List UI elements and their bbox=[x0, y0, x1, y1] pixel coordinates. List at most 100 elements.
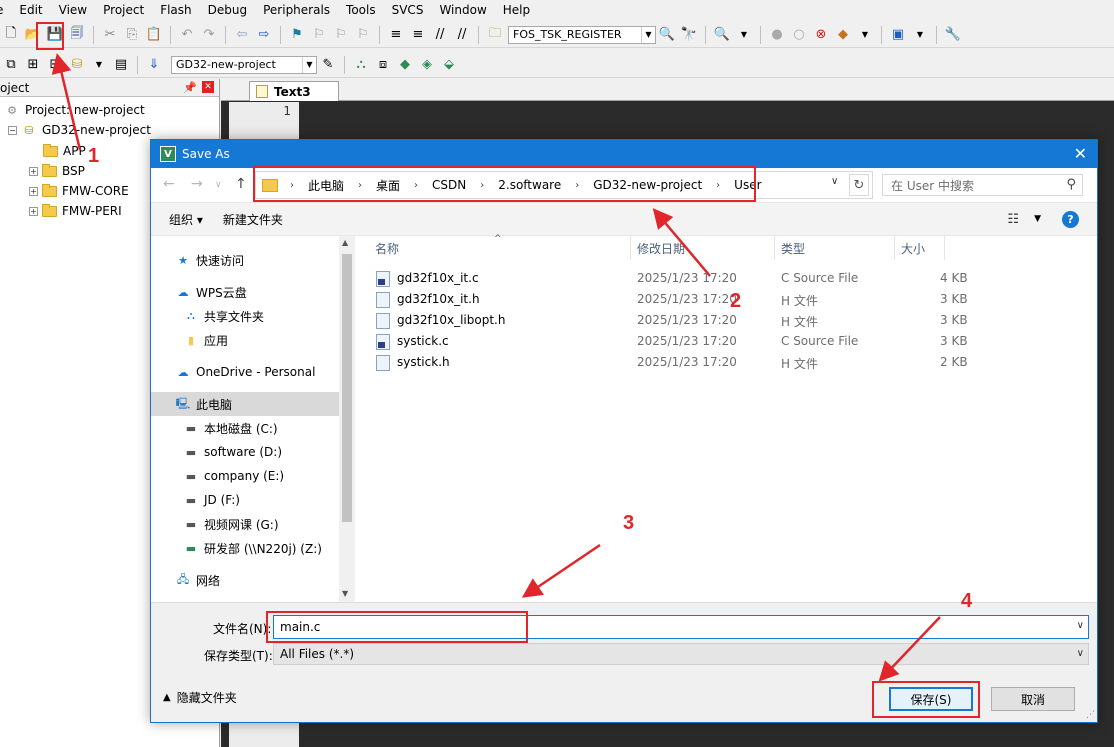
find-icon[interactable]: 🔍 bbox=[658, 26, 676, 44]
scroll-down-icon[interactable]: ▼ bbox=[342, 589, 348, 598]
menu-item[interactable]: e bbox=[0, 3, 11, 17]
nav-item[interactable]: ▬ JD (F:) bbox=[151, 488, 339, 512]
menu-item[interactable]: Flash bbox=[160, 3, 199, 17]
pack-installer-icon[interactable]: ◈ bbox=[418, 56, 436, 74]
filetype-select[interactable]: All Files (*.*) ∨ bbox=[273, 643, 1089, 665]
nav-item[interactable]: ▬ 本地磁盘 (C:) bbox=[151, 416, 339, 440]
file-row[interactable]: gd32f10x_it.c 2025/1/23 17:20 C Source Fil… bbox=[357, 268, 1097, 289]
tree-folder[interactable]: + FMW-PERI bbox=[29, 202, 122, 220]
incremental-find-icon[interactable]: 🔭 bbox=[680, 26, 698, 44]
bookmark-prev-icon[interactable]: ⚐ bbox=[310, 26, 328, 44]
file-row[interactable]: systick.c 2025/1/23 17:20 C Source File 3 K… bbox=[357, 331, 1097, 352]
find-in-files-icon[interactable]: 🗀 bbox=[486, 26, 504, 44]
close-icon[interactable]: ✕ bbox=[202, 81, 214, 93]
collapse-icon[interactable]: − bbox=[8, 125, 17, 135]
nav-item[interactable]: ▬ 研发部 (\\N220j) (Z:) bbox=[151, 536, 339, 560]
resize-grip-icon[interactable]: ⋰ bbox=[1086, 710, 1095, 720]
breakpoint-kill-icon[interactable]: ⊗ bbox=[812, 26, 830, 44]
chevron-down-icon[interactable]: ▼ bbox=[641, 26, 655, 43]
tree-root[interactable]: ⚙ Project: new-project bbox=[4, 101, 145, 119]
nav-item[interactable]: 🖳 此电脑 bbox=[151, 392, 339, 416]
chevron-down-icon[interactable]: ∨ bbox=[831, 176, 838, 187]
file-row[interactable]: gd32f10x_it.h 2025/1/23 17:20 H 文件 3 KB bbox=[357, 289, 1097, 310]
column-header-date[interactable]: 修改日期 bbox=[631, 236, 775, 260]
back-arrow-icon[interactable]: ← bbox=[163, 176, 175, 192]
tab-text3[interactable]: Text3 bbox=[249, 81, 339, 101]
up-arrow-icon[interactable]: ↑ bbox=[235, 176, 247, 192]
undo-icon[interactable]: ↶ bbox=[178, 26, 196, 44]
search-input[interactable]: 在 User 中搜索 ⚲ bbox=[882, 174, 1083, 196]
menu-item[interactable]: Help bbox=[503, 3, 538, 17]
expand-icon[interactable]: + bbox=[29, 166, 38, 176]
column-header-size[interactable]: 大小 bbox=[895, 236, 945, 260]
unindent-icon[interactable]: ≡ bbox=[409, 26, 427, 44]
breakpoint-kill-all-icon[interactable]: ◆ bbox=[834, 26, 852, 44]
menu-item[interactable]: SVCS bbox=[392, 3, 432, 17]
nav-item[interactable]: ▬ 视频网课 (G:) bbox=[151, 512, 339, 536]
scroll-up-icon[interactable]: ▲ bbox=[342, 238, 348, 247]
menu-item[interactable]: Peripherals bbox=[263, 3, 338, 17]
pin-icon[interactable]: 📌 bbox=[183, 81, 197, 94]
target-combo[interactable]: GD32-new-project ▼ bbox=[171, 55, 317, 74]
menu-item[interactable]: Tools bbox=[346, 3, 384, 17]
nav-item[interactable]: ⛬ 共享文件夹 bbox=[151, 304, 339, 328]
menu-item[interactable]: Project bbox=[103, 3, 152, 17]
nav-item[interactable]: 🖧 网络 bbox=[151, 568, 339, 592]
multi-project-icon[interactable]: ⧈ bbox=[374, 56, 392, 74]
refresh-icon[interactable]: ↻ bbox=[849, 174, 869, 196]
tree-folder[interactable]: + FMW-CORE bbox=[29, 182, 129, 200]
view-options-icon[interactable]: ☷ bbox=[1007, 212, 1019, 227]
menu-item[interactable]: View bbox=[59, 3, 95, 17]
menu-item[interactable]: Debug bbox=[208, 3, 255, 17]
close-icon[interactable]: ✕ bbox=[1074, 144, 1087, 163]
menu-item[interactable]: Edit bbox=[19, 3, 50, 17]
bookmark-icon[interactable]: ⚑ bbox=[288, 26, 306, 44]
chevron-down-icon[interactable]: ∨ bbox=[215, 180, 222, 190]
chevron-down-icon[interactable]: ▼ bbox=[302, 56, 316, 73]
breakpoint-icon[interactable]: ● bbox=[768, 26, 786, 44]
stop-build-icon[interactable]: ▤ bbox=[112, 56, 130, 74]
file-row[interactable]: gd32f10x_libopt.h 2025/1/23 17:20 H 文件 3 KB bbox=[357, 310, 1097, 331]
chevron-down-icon[interactable]: ▼ bbox=[90, 56, 108, 74]
forward-arrow-icon[interactable]: → bbox=[191, 176, 203, 192]
tree-folder[interactable]: + BSP bbox=[29, 162, 85, 180]
organize-button[interactable]: 组织 ▾ bbox=[169, 211, 203, 228]
expand-icon[interactable]: + bbox=[29, 186, 38, 196]
download-icon[interactable]: ⇓ bbox=[145, 56, 163, 74]
manage-project-icon[interactable]: ⛬ bbox=[352, 56, 370, 74]
batch-build-icon[interactable]: ⛁ bbox=[68, 56, 86, 74]
nav-forward-icon[interactable]: ⇨ bbox=[255, 26, 273, 44]
build-icon[interactable]: ⊞ bbox=[24, 56, 42, 74]
chevron-down-icon[interactable]: ∨ bbox=[1077, 648, 1084, 659]
chevron-down-icon[interactable]: ∨ bbox=[1077, 620, 1084, 631]
chevron-down-icon[interactable]: ▼ bbox=[856, 26, 874, 44]
redo-icon[interactable]: ↷ bbox=[200, 26, 218, 44]
nav-item[interactable]: ☁ WPS云盘 bbox=[151, 280, 339, 304]
run-time-env-icon[interactable]: ◆ bbox=[396, 56, 414, 74]
save-all-icon[interactable]: 🗐 bbox=[68, 26, 86, 44]
column-header-type[interactable]: 类型 bbox=[775, 236, 895, 260]
tree-target[interactable]: − ⛁ GD32-new-project bbox=[8, 121, 151, 139]
column-header-name[interactable]: 名称 bbox=[369, 236, 631, 260]
scroll-thumb[interactable] bbox=[342, 254, 352, 522]
breakpoint-disable-icon[interactable]: ○ bbox=[790, 26, 808, 44]
debug-start-icon[interactable]: 🔍 bbox=[713, 26, 731, 44]
select-packs-icon[interactable]: ⬙ bbox=[440, 56, 458, 74]
tree-folder[interactable]: APP bbox=[43, 142, 86, 160]
file-row[interactable]: systick.h 2025/1/23 17:20 H 文件 2 KB bbox=[357, 352, 1097, 373]
nav-item[interactable]: ▬ software (D:) bbox=[151, 440, 339, 464]
chevron-down-icon[interactable]: ▼ bbox=[735, 26, 753, 44]
chevron-down-icon[interactable]: ▼ bbox=[1034, 214, 1041, 224]
hide-folders-toggle[interactable]: ▲ 隐藏文件夹 bbox=[163, 689, 237, 706]
window-layout-icon[interactable]: ▣ bbox=[889, 26, 907, 44]
expand-icon[interactable]: + bbox=[29, 206, 38, 216]
search-icon[interactable]: ⚲ bbox=[1066, 177, 1076, 192]
paste-icon[interactable]: 📋 bbox=[145, 26, 163, 44]
new-folder-button[interactable]: 新建文件夹 bbox=[223, 211, 283, 228]
configure-icon[interactable]: 🔧 bbox=[944, 26, 962, 44]
bookmark-next-icon[interactable]: ⚐ bbox=[332, 26, 350, 44]
nav-item[interactable]: ☁ OneDrive - Personal bbox=[151, 360, 339, 384]
new-file-icon[interactable]: 🗋 bbox=[2, 26, 20, 44]
nav-scrollbar[interactable]: ▲ ▼ bbox=[339, 236, 355, 602]
bookmark-clear-icon[interactable]: ⚐ bbox=[354, 26, 372, 44]
